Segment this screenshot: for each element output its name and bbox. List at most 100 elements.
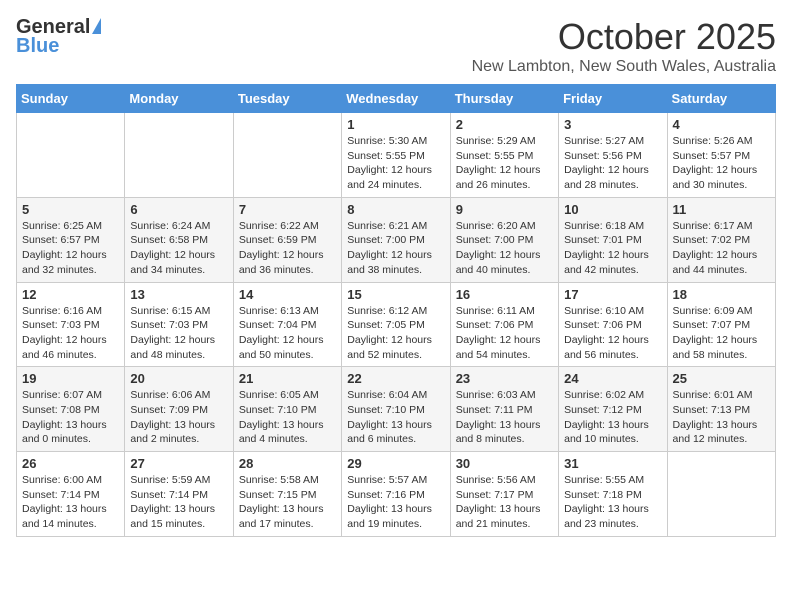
day-info: Sunrise: 6:00 AM Sunset: 7:14 PM Dayligh… [22, 473, 119, 532]
calendar-week-row: 26 Sunrise: 6:00 AM Sunset: 7:14 PM Dayli… [17, 452, 776, 537]
day-number: 2 [456, 117, 553, 132]
calendar-cell: 29 Sunrise: 5:57 AM Sunset: 7:16 PM Dayli… [342, 452, 450, 537]
calendar-cell: 22Sunrise: 6:04 AM Sunset: 7:10 PM Dayli… [342, 367, 450, 452]
header-wednesday: Wednesday [342, 85, 450, 113]
day-info: Sunrise: 6:22 AM Sunset: 6:59 PM Dayligh… [239, 219, 336, 278]
calendar-cell: 19 Sunrise: 6:07 AM Sunset: 7:08 PM Dayli… [17, 367, 125, 452]
calendar-cell: 4 Sunrise: 5:26 AM Sunset: 5:57 PM Daylig… [667, 113, 775, 198]
day-info: Sunrise: 6:09 AM Sunset: 7:07 PM Dayligh… [673, 304, 770, 363]
day-info: Sunrise: 5:57 AM Sunset: 7:16 PM Dayligh… [347, 473, 444, 532]
header-saturday: Saturday [667, 85, 775, 113]
calendar-cell: 28 Sunrise: 5:58 AM Sunset: 7:15 PM Dayli… [233, 452, 341, 537]
day-info: Sunrise: 6:13 AM Sunset: 7:04 PM Dayligh… [239, 304, 336, 363]
calendar-cell: 24Sunrise: 6:02 AM Sunset: 7:12 PM Dayli… [559, 367, 667, 452]
day-info: Sunrise: 6:05 AM Sunset: 7:10 PM Dayligh… [239, 388, 336, 447]
calendar-cell: 2Sunrise: 5:29 AM Sunset: 5:55 PM Daylig… [450, 113, 558, 198]
title-section: October 2025 New Lambton, New South Wale… [472, 16, 776, 76]
day-number: 14 [239, 287, 336, 302]
day-number: 7 [239, 202, 336, 217]
day-info: Sunrise: 6:17 AM Sunset: 7:02 PM Dayligh… [673, 219, 770, 278]
calendar-week-row: 5Sunrise: 6:25 AM Sunset: 6:57 PM Daylig… [17, 197, 776, 282]
day-info: Sunrise: 5:27 AM Sunset: 5:56 PM Dayligh… [564, 134, 661, 193]
day-number: 13 [130, 287, 227, 302]
day-number: 27 [130, 456, 227, 471]
day-info: Sunrise: 6:02 AM Sunset: 7:12 PM Dayligh… [564, 388, 661, 447]
calendar-cell: 5Sunrise: 6:25 AM Sunset: 6:57 PM Daylig… [17, 197, 125, 282]
day-number: 9 [456, 202, 553, 217]
calendar-cell: 21 Sunrise: 6:05 AM Sunset: 7:10 PM Dayli… [233, 367, 341, 452]
calendar-cell: 14 Sunrise: 6:13 AM Sunset: 7:04 PM Dayli… [233, 282, 341, 367]
day-info: Sunrise: 6:25 AM Sunset: 6:57 PM Dayligh… [22, 219, 119, 278]
calendar-cell: 8 Sunrise: 6:21 AM Sunset: 7:00 PM Daylig… [342, 197, 450, 282]
day-info: Sunrise: 6:21 AM Sunset: 7:00 PM Dayligh… [347, 219, 444, 278]
calendar-cell: 17 Sunrise: 6:10 AM Sunset: 7:06 PM Dayli… [559, 282, 667, 367]
header-tuesday: Tuesday [233, 85, 341, 113]
calendar-cell: 31 Sunrise: 5:55 AM Sunset: 7:18 PM Dayli… [559, 452, 667, 537]
day-number: 25 [673, 371, 770, 386]
day-info: Sunrise: 5:59 AM Sunset: 7:14 PM Dayligh… [130, 473, 227, 532]
calendar-cell: 13Sunrise: 6:15 AM Sunset: 7:03 PM Dayli… [125, 282, 233, 367]
day-number: 8 [347, 202, 444, 217]
day-info: Sunrise: 6:18 AM Sunset: 7:01 PM Dayligh… [564, 219, 661, 278]
day-number: 22 [347, 371, 444, 386]
calendar-cell: 25 Sunrise: 6:01 AM Sunset: 7:13 PM Dayli… [667, 367, 775, 452]
day-number: 21 [239, 371, 336, 386]
day-info: Sunrise: 5:55 AM Sunset: 7:18 PM Dayligh… [564, 473, 661, 532]
calendar-cell: 1Sunrise: 5:30 AM Sunset: 5:55 PM Daylig… [342, 113, 450, 198]
day-number: 26 [22, 456, 119, 471]
day-number: 12 [22, 287, 119, 302]
calendar-table: SundayMondayTuesdayWednesdayThursdayFrid… [16, 84, 776, 537]
day-info: Sunrise: 6:07 AM Sunset: 7:08 PM Dayligh… [22, 388, 119, 447]
page-header: General Blue October 2025 New Lambton, N… [16, 16, 776, 76]
header-friday: Friday [559, 85, 667, 113]
calendar-week-row: 12 Sunrise: 6:16 AM Sunset: 7:03 PM Dayli… [17, 282, 776, 367]
day-info: Sunrise: 5:58 AM Sunset: 7:15 PM Dayligh… [239, 473, 336, 532]
day-number: 10 [564, 202, 661, 217]
day-info: Sunrise: 6:20 AM Sunset: 7:00 PM Dayligh… [456, 219, 553, 278]
day-number: 19 [22, 371, 119, 386]
calendar-cell: 10 Sunrise: 6:18 AM Sunset: 7:01 PM Dayli… [559, 197, 667, 282]
calendar-cell: 26 Sunrise: 6:00 AM Sunset: 7:14 PM Dayli… [17, 452, 125, 537]
day-info: Sunrise: 5:30 AM Sunset: 5:55 PM Dayligh… [347, 134, 444, 193]
day-number: 15 [347, 287, 444, 302]
day-number: 16 [456, 287, 553, 302]
calendar-cell: 27 Sunrise: 5:59 AM Sunset: 7:14 PM Dayli… [125, 452, 233, 537]
day-number: 31 [564, 456, 661, 471]
header-monday: Monday [125, 85, 233, 113]
day-number: 11 [673, 202, 770, 217]
day-number: 3 [564, 117, 661, 132]
calendar-cell [667, 452, 775, 537]
calendar-cell: 12 Sunrise: 6:16 AM Sunset: 7:03 PM Dayli… [17, 282, 125, 367]
day-number: 30 [456, 456, 553, 471]
logo-triangle-icon [92, 18, 101, 34]
day-number: 28 [239, 456, 336, 471]
calendar-week-row: 19 Sunrise: 6:07 AM Sunset: 7:08 PM Dayli… [17, 367, 776, 452]
day-info: Sunrise: 6:06 AM Sunset: 7:09 PM Dayligh… [130, 388, 227, 447]
day-info: Sunrise: 6:12 AM Sunset: 7:05 PM Dayligh… [347, 304, 444, 363]
calendar-cell: 16 Sunrise: 6:11 AM Sunset: 7:06 PM Dayli… [450, 282, 558, 367]
day-info: Sunrise: 6:16 AM Sunset: 7:03 PM Dayligh… [22, 304, 119, 363]
calendar-cell: 11 Sunrise: 6:17 AM Sunset: 7:02 PM Dayli… [667, 197, 775, 282]
calendar-cell: 3 Sunrise: 5:27 AM Sunset: 5:56 PM Daylig… [559, 113, 667, 198]
calendar-cell: 23Sunrise: 6:03 AM Sunset: 7:11 PM Dayli… [450, 367, 558, 452]
day-info: Sunrise: 6:24 AM Sunset: 6:58 PM Dayligh… [130, 219, 227, 278]
calendar-cell: 7 Sunrise: 6:22 AM Sunset: 6:59 PM Daylig… [233, 197, 341, 282]
day-number: 29 [347, 456, 444, 471]
day-number: 23 [456, 371, 553, 386]
calendar-header-row: SundayMondayTuesdayWednesdayThursdayFrid… [17, 85, 776, 113]
calendar-cell: 30Sunrise: 5:56 AM Sunset: 7:17 PM Dayli… [450, 452, 558, 537]
logo: General Blue [16, 16, 101, 58]
day-number: 6 [130, 202, 227, 217]
day-info: Sunrise: 5:26 AM Sunset: 5:57 PM Dayligh… [673, 134, 770, 193]
calendar-cell [17, 113, 125, 198]
day-info: Sunrise: 6:10 AM Sunset: 7:06 PM Dayligh… [564, 304, 661, 363]
day-number: 18 [673, 287, 770, 302]
month-title: October 2025 [472, 16, 776, 58]
calendar-cell: 6 Sunrise: 6:24 AM Sunset: 6:58 PM Daylig… [125, 197, 233, 282]
day-number: 17 [564, 287, 661, 302]
day-number: 20 [130, 371, 227, 386]
day-number: 4 [673, 117, 770, 132]
day-info: Sunrise: 6:01 AM Sunset: 7:13 PM Dayligh… [673, 388, 770, 447]
header-sunday: Sunday [17, 85, 125, 113]
day-info: Sunrise: 6:11 AM Sunset: 7:06 PM Dayligh… [456, 304, 553, 363]
